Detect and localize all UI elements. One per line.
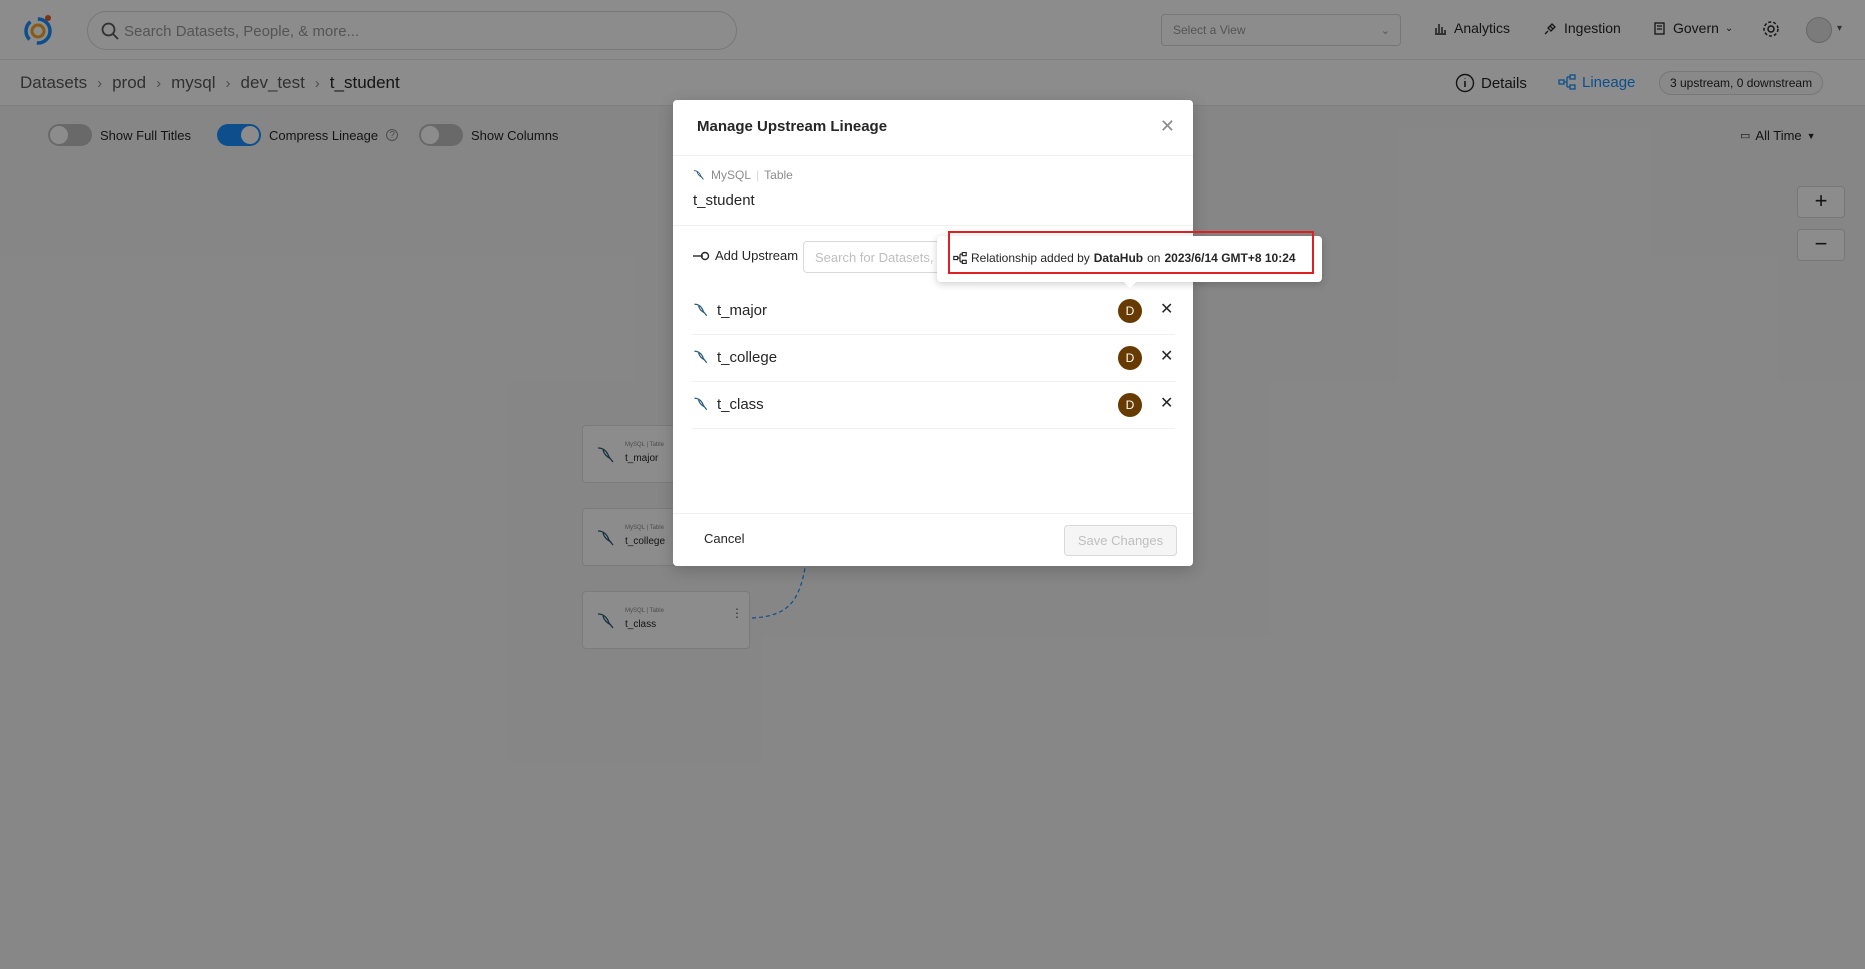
remove-upstream-icon[interactable]: ✕ xyxy=(1160,299,1173,319)
highlight-box xyxy=(948,231,1314,274)
mysql-dolphin-icon xyxy=(693,170,704,180)
upstream-row-t-major: t_major D ✕ xyxy=(692,288,1175,335)
add-link-icon xyxy=(693,251,710,260)
save-changes-button[interactable]: Save Changes xyxy=(1064,525,1177,556)
close-icon[interactable]: ✕ xyxy=(1160,116,1175,137)
entity-name: t_student xyxy=(693,192,755,209)
mysql-dolphin-icon xyxy=(694,303,708,317)
owner-avatar[interactable]: D xyxy=(1118,393,1142,417)
owner-avatar[interactable]: D xyxy=(1118,346,1142,370)
upstream-row-t-college: t_college D ✕ xyxy=(692,335,1175,382)
add-upstream-placeholder: Search for Datasets, T xyxy=(815,250,945,265)
owner-avatar[interactable]: D xyxy=(1118,299,1142,323)
upstream-row-t-class: t_class D ✕ xyxy=(692,382,1175,429)
entity-type: Table xyxy=(764,168,793,182)
remove-upstream-icon[interactable]: ✕ xyxy=(1160,346,1173,366)
modal-footer: Cancel Save Changes xyxy=(673,513,1193,566)
cancel-button[interactable]: Cancel xyxy=(704,531,744,546)
remove-upstream-icon[interactable]: ✕ xyxy=(1160,393,1173,413)
entity-platform: MySQL xyxy=(711,168,752,182)
modal-title: Manage Upstream Lineage xyxy=(697,118,888,135)
mysql-dolphin-icon xyxy=(694,350,708,364)
tooltip-arrow xyxy=(1122,280,1138,288)
entity-platform-type: MySQL | Table xyxy=(692,168,793,182)
mysql-dolphin-icon xyxy=(694,397,708,411)
upstream-name[interactable]: t_major xyxy=(717,302,767,319)
modal-header: Manage Upstream Lineage ✕ xyxy=(673,100,1193,156)
manage-upstream-lineage-modal: Manage Upstream Lineage ✕ MySQL | Table … xyxy=(673,100,1193,566)
divider xyxy=(673,225,1193,226)
separator: | xyxy=(756,168,760,182)
upstream-name[interactable]: t_class xyxy=(717,396,764,413)
add-upstream-label: Add Upstream xyxy=(692,248,798,263)
upstream-name[interactable]: t_college xyxy=(717,349,777,366)
